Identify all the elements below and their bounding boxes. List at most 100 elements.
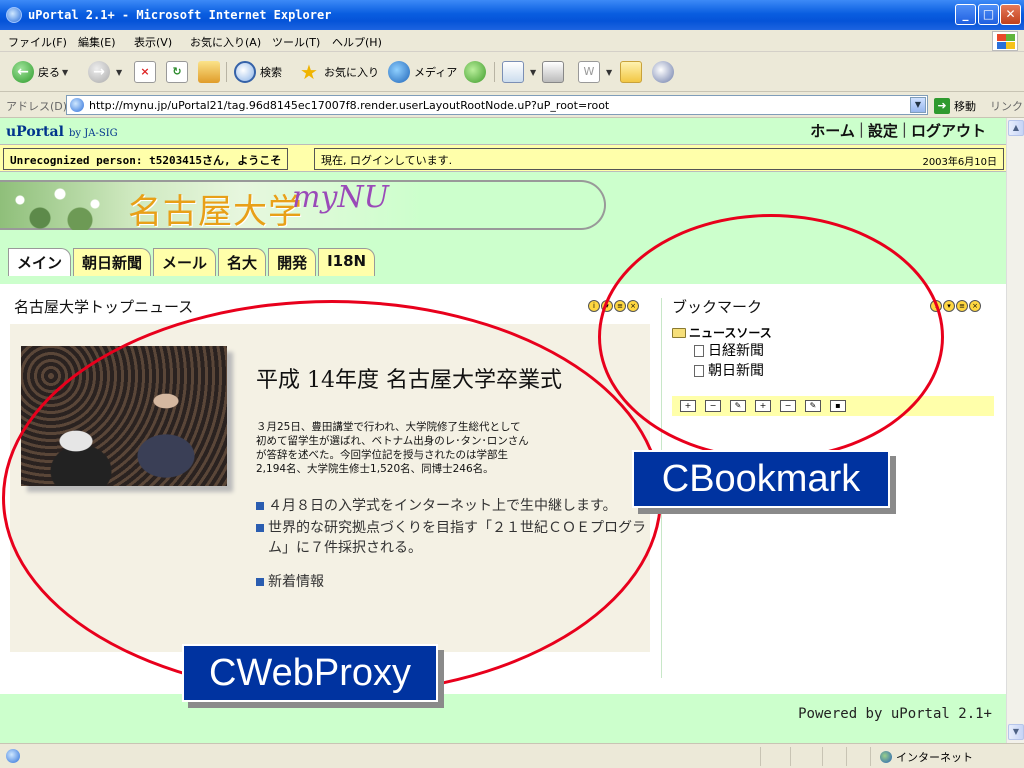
link-separator: | xyxy=(901,120,907,138)
news-channel-title: 名古屋大学トップニュース xyxy=(14,298,194,316)
info-icon[interactable]: i xyxy=(588,300,600,312)
word-edit-icon: W xyxy=(578,61,600,83)
welcome-bar: Unrecognized person: t5203415さん, ようこそ 現在… xyxy=(0,144,1006,172)
dropdown-arrow-icon: ▼ xyxy=(606,67,613,77)
go-label: 移動 xyxy=(954,100,976,113)
current-date: 2003年6月10日 xyxy=(922,157,997,168)
brand-name: uPortal xyxy=(6,124,64,140)
forward-button[interactable]: → ▼ xyxy=(88,60,122,84)
home-button[interactable] xyxy=(198,60,224,84)
dropdown-arrow-icon: ▼ xyxy=(116,67,123,77)
powered-by: Powered by uPortal 2.1+ xyxy=(798,706,992,722)
security-zone-label: インターネット xyxy=(896,751,973,764)
status-segment xyxy=(870,747,871,766)
folder-icon xyxy=(620,61,642,83)
link-separator: | xyxy=(858,120,864,138)
back-button[interactable]: ← 戻る ▼ xyxy=(12,60,68,84)
window-title: uPortal 2.1+ - Microsoft Internet Explor… xyxy=(28,8,332,22)
go-button[interactable]: ➜ 移動 xyxy=(934,97,976,115)
print-button[interactable] xyxy=(542,60,568,84)
logout-link[interactable]: ログアウト xyxy=(911,120,986,141)
folder-button[interactable] xyxy=(620,60,646,84)
media-button[interactable]: メディア xyxy=(388,60,457,84)
search-button[interactable]: 検索 xyxy=(234,60,282,84)
links-label[interactable]: リンク xyxy=(990,98,1023,114)
ie-app-icon xyxy=(6,7,22,23)
vertical-scrollbar[interactable]: ▲ ▼ xyxy=(1006,118,1024,743)
status-segment xyxy=(846,747,847,766)
menu-help[interactable]: ヘルプ(H) xyxy=(332,34,382,50)
print-icon xyxy=(542,61,564,83)
dropdown-arrow-icon: ▼ xyxy=(62,67,69,77)
toolbar: ← 戻る ▼ → ▼ × ↻ 検索 ★ お気に入り メディア ▼ W ▼ xyxy=(0,52,1024,92)
status-segment xyxy=(822,747,823,766)
maximize-button[interactable]: □ xyxy=(978,4,999,25)
welcome-message: Unrecognized person: t5203415さん, ようこそ xyxy=(3,148,289,170)
edit-channel-icon[interactable]: ≡ xyxy=(956,300,968,312)
favorites-button[interactable]: ★ お気に入り xyxy=(298,60,379,84)
tab-mail[interactable]: メール xyxy=(153,248,217,276)
title-bar[interactable]: uPortal 2.1+ - Microsoft Internet Explor… xyxy=(0,0,1024,30)
tab-i18n[interactable]: I18N xyxy=(318,248,376,276)
history-button[interactable] xyxy=(464,60,490,84)
forward-arrow-icon: → xyxy=(88,61,110,83)
menu-tools[interactable]: ツール(T) xyxy=(272,34,320,50)
mail-button[interactable]: ▼ xyxy=(502,60,536,84)
star-icon: ★ xyxy=(300,60,318,84)
portal-header: uPortal by JA-SIG ホーム | 設定 | ログアウト xyxy=(0,118,1006,143)
remove-channel-icon[interactable]: × xyxy=(969,300,981,312)
go-arrow-icon: ➜ xyxy=(934,98,950,114)
edit-button[interactable]: W ▼ xyxy=(578,60,612,84)
close-button[interactable]: ✕ xyxy=(1000,4,1021,25)
media-label: メディア xyxy=(414,66,458,79)
cwebproxy-callout: CWebProxy xyxy=(182,644,438,702)
tab-bar: メイン 朝日新聞 メール 名大 開発 I18N xyxy=(8,248,377,278)
search-icon xyxy=(234,61,256,83)
home-link[interactable]: ホーム xyxy=(810,120,855,141)
bookmark-highlight-ellipse xyxy=(598,214,944,460)
menu-file[interactable]: ファイル(F) xyxy=(8,34,67,50)
status-segment xyxy=(760,747,761,766)
messenger-button[interactable] xyxy=(652,60,678,84)
back-label: 戻る xyxy=(38,66,60,79)
menu-favorites[interactable]: お気に入り(A) xyxy=(190,34,261,50)
header-links: ホーム | 設定 | ログアウト xyxy=(810,120,986,141)
tab-main[interactable]: メイン xyxy=(8,248,72,276)
page-icon xyxy=(70,98,84,112)
minimize-channel-icon[interactable]: ▾ xyxy=(943,300,955,312)
minimize-button[interactable]: _ xyxy=(955,4,976,25)
scroll-up-icon[interactable]: ▲ xyxy=(1008,120,1024,136)
portal-footer: Powered by uPortal 2.1+ xyxy=(0,694,1006,743)
home-icon xyxy=(198,61,220,83)
ie-window: uPortal 2.1+ - Microsoft Internet Explor… xyxy=(0,0,1024,768)
tab-asahi[interactable]: 朝日新聞 xyxy=(73,248,152,276)
scroll-down-icon[interactable]: ▼ xyxy=(1008,724,1024,740)
refresh-button[interactable]: ↻ xyxy=(166,60,192,84)
webproxy-highlight-ellipse xyxy=(2,300,662,696)
settings-link[interactable]: 設定 xyxy=(868,120,898,141)
search-label: 検索 xyxy=(260,66,282,79)
menu-view[interactable]: 表示(V) xyxy=(134,34,172,50)
status-segment xyxy=(790,747,791,766)
stop-icon: × xyxy=(134,61,156,83)
back-arrow-icon: ← xyxy=(12,61,34,83)
history-icon xyxy=(464,61,486,83)
address-input[interactable]: http://mynu.jp/uPortal21/tag.96d8145ec17… xyxy=(66,95,928,115)
menu-edit[interactable]: 編集(E) xyxy=(78,34,116,50)
tab-dev[interactable]: 開発 xyxy=(268,248,317,276)
windows-logo-icon xyxy=(992,31,1018,51)
portal-logo: 名古屋大学 myNU xyxy=(0,180,608,232)
toolbar-separator xyxy=(494,62,495,82)
cbookmark-callout: CBookmark xyxy=(632,450,890,508)
tab-meidai[interactable]: 名大 xyxy=(218,248,267,276)
logo-mynu: myNU xyxy=(292,180,389,215)
dropdown-arrow-icon: ▼ xyxy=(530,67,537,77)
plant-photo-icon xyxy=(0,180,120,230)
globe-icon xyxy=(880,751,892,763)
address-dropdown-icon[interactable]: ▼ xyxy=(910,97,926,113)
portal-brand: uPortal by JA-SIG xyxy=(6,121,118,140)
stop-button[interactable]: × xyxy=(134,60,160,84)
messenger-icon xyxy=(652,61,674,83)
refresh-icon: ↻ xyxy=(166,61,188,83)
address-label: アドレス(D) xyxy=(6,100,68,113)
